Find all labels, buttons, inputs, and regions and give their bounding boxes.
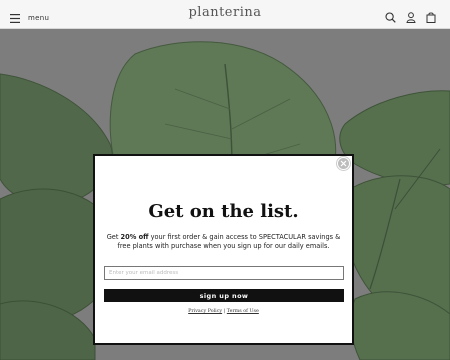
site-header: menu planterina [0, 0, 450, 29]
legal-separator: | [223, 309, 226, 314]
email-input[interactable] [104, 266, 344, 280]
legal-links: Privacy Policy | Terms of Use [95, 309, 352, 314]
popup-title: Get on the list. [148, 201, 299, 222]
close-icon [340, 160, 347, 167]
search-icon[interactable] [385, 8, 396, 27]
account-icon[interactable] [406, 8, 416, 27]
popup-description: Get 20% off your first order & gain acce… [105, 233, 342, 251]
discount-highlight: 20% off [120, 233, 149, 241]
cart-bag-icon[interactable] [426, 8, 436, 27]
close-popup-button[interactable] [337, 157, 350, 170]
sign-up-button[interactable]: sign up now [104, 289, 344, 302]
brand-logo[interactable]: planterina [0, 5, 450, 20]
email-signup-popup: Get on the list. Get 20% off your first … [93, 154, 354, 345]
popup-description-prefix: Get [106, 233, 121, 241]
terms-of-use-link[interactable]: Terms of Use [227, 309, 259, 314]
privacy-policy-link[interactable]: Privacy Policy [188, 309, 222, 314]
popup-description-suffix: your first order & gain access to SPECTA… [117, 233, 341, 250]
